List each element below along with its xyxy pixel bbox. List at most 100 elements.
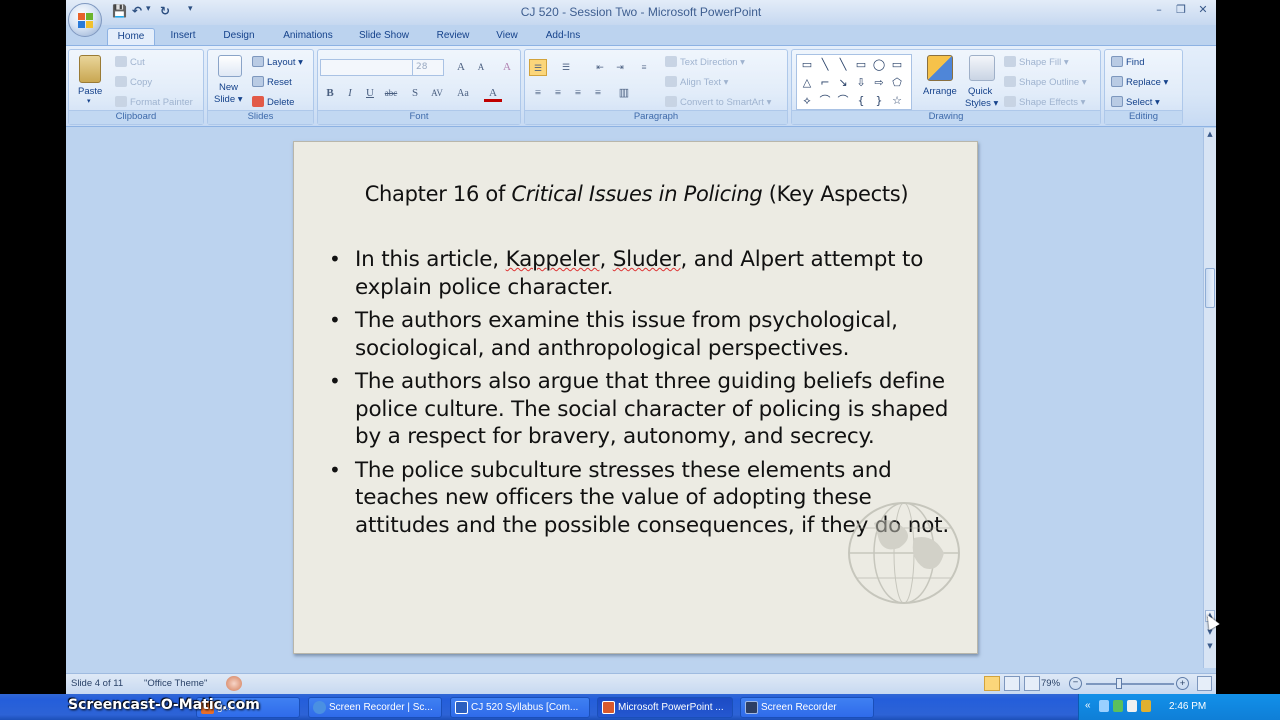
grow-font-button[interactable]: A [452, 59, 470, 76]
shape-option-icon[interactable]: ☆ [890, 94, 904, 108]
align-text-button[interactable]: Align Text ▾ [665, 76, 728, 88]
zoom-in-icon[interactable]: + [1176, 677, 1189, 690]
delete-button[interactable]: Delete [252, 96, 294, 108]
strikethrough-button[interactable]: abc [382, 85, 400, 102]
change-case-button[interactable]: Aa [454, 85, 472, 102]
font-name-box[interactable] [320, 59, 414, 76]
shape-option-icon[interactable]: ⇨ [872, 76, 886, 90]
shape-fill-button[interactable]: Shape Fill ▾ [1004, 56, 1069, 68]
taskbar-item[interactable]: Screen Recorder | Sc... [308, 697, 442, 718]
paste-icon[interactable] [79, 55, 101, 83]
text-direction-button[interactable]: Text Direction ▾ [665, 56, 745, 68]
align-center-button[interactable]: ≡ [549, 85, 567, 102]
character-spacing-button[interactable]: AV [428, 85, 446, 102]
scroll-down-icon[interactable]: ▼ [1205, 628, 1215, 640]
shape-option-icon[interactable]: ⇩ [854, 76, 868, 90]
quick-styles-label-1[interactable]: Quick [968, 86, 992, 97]
shape-option-icon[interactable]: ⬠ [890, 76, 904, 90]
tab-home[interactable]: Home [107, 28, 155, 46]
font-color-button[interactable]: A [484, 85, 502, 102]
quick-styles-icon[interactable] [969, 55, 995, 81]
tab-add-ins[interactable]: Add-Ins [538, 28, 588, 46]
increase-indent-button[interactable]: ⇥ [611, 59, 629, 76]
undo-icon[interactable]: ↶ [132, 4, 142, 18]
tab-slide-show[interactable]: Slide Show [353, 28, 415, 46]
shape-option-icon[interactable]: ⌐ [818, 76, 832, 90]
network-icon[interactable] [1099, 700, 1109, 712]
replace-button[interactable]: Replace ▾ [1111, 76, 1168, 88]
shape-option-icon[interactable]: ⌒ [818, 94, 832, 108]
tab-view[interactable]: View [489, 28, 525, 46]
arrange-icon[interactable] [927, 55, 953, 81]
vertical-scrollbar[interactable]: ▲ ▲ ▼ ▼ [1203, 128, 1216, 668]
zoom-out-icon[interactable]: − [1069, 677, 1082, 690]
shape-option-icon[interactable]: ╲ [818, 58, 832, 72]
reset-button[interactable]: Reset [252, 76, 292, 88]
font-size-box[interactable]: 28 [412, 59, 444, 76]
line-spacing-button[interactable]: ≡ [635, 59, 653, 76]
shape-option-icon[interactable]: ⟡ [800, 94, 814, 108]
new-slide-label-2[interactable]: Slide ▾ [214, 94, 243, 105]
new-slide-icon[interactable] [218, 55, 242, 77]
shape-option-icon[interactable]: ▭ [800, 58, 814, 72]
shape-option-icon[interactable]: ▭ [890, 58, 904, 72]
copy-button[interactable]: Copy [115, 76, 152, 88]
tab-animations[interactable]: Animations [275, 28, 341, 46]
restore-button[interactable]: ❐ [1170, 3, 1192, 20]
slide-title[interactable]: Chapter 16 of Critical Issues in Policin… [294, 182, 977, 206]
slide-canvas[interactable]: Chapter 16 of Critical Issues in Policin… [293, 141, 978, 654]
format-painter-button[interactable]: Format Painter [115, 96, 193, 108]
find-button[interactable]: Find [1111, 56, 1144, 68]
align-right-button[interactable]: ≡ [569, 85, 587, 102]
fit-slide-icon[interactable] [1197, 676, 1212, 691]
shape-option-icon[interactable]: ╲ [836, 58, 850, 72]
select-button[interactable]: Select ▾ [1111, 96, 1160, 108]
customize-quick-access-icon[interactable]: ▾ [188, 4, 193, 14]
zoom-slider[interactable] [1086, 683, 1174, 685]
tray-expand-icon[interactable]: « [1085, 700, 1091, 711]
text-shadow-button[interactable]: S [406, 85, 424, 102]
zoom-level[interactable]: 79% [1041, 678, 1060, 689]
slide-editing-area[interactable]: Chapter 16 of Critical Issues in Policin… [66, 128, 1203, 668]
cut-button[interactable]: Cut [115, 56, 145, 68]
normal-view-icon[interactable] [984, 676, 1000, 691]
zoom-slider-thumb[interactable] [1116, 678, 1122, 689]
taskbar-item[interactable]: CJ 520 Syllabus [Com... [450, 697, 590, 718]
shape-effects-button[interactable]: Shape Effects ▾ [1004, 96, 1085, 108]
arrange-button[interactable]: Arrange [923, 86, 957, 97]
tab-design[interactable]: Design [217, 28, 261, 46]
scroll-up-icon[interactable]: ▲ [1205, 130, 1215, 142]
underline-button[interactable]: U [361, 85, 379, 102]
shrink-font-button[interactable]: A [472, 59, 490, 76]
security-icon[interactable] [1113, 700, 1123, 712]
bullets-button[interactable]: ☰ [529, 59, 547, 76]
clear-formatting-button[interactable]: A [498, 59, 516, 76]
paste-dropdown-icon[interactable]: ▾ [87, 97, 91, 105]
shape-option-icon[interactable]: } [872, 94, 886, 108]
shape-option-icon[interactable]: ◯ [872, 58, 886, 72]
shapes-gallery[interactable]: ▭ ╲ ╲ ▭ ◯ ▭ △ ⌐ ↘ ⇩ ⇨ ⬠ ⟡ ⌒ ⌒ {} ☆ [796, 54, 912, 110]
close-button[interactable]: ✕ [1192, 3, 1214, 20]
shape-option-icon[interactable]: △ [800, 76, 814, 90]
clock[interactable]: 2:46 PM [1169, 701, 1206, 712]
shape-option-icon[interactable]: ↘ [836, 76, 850, 90]
justify-button[interactable]: ≡ [589, 85, 607, 102]
slide-sorter-view-icon[interactable] [1004, 676, 1020, 691]
spell-check-icon[interactable] [226, 676, 242, 691]
shape-option-icon[interactable]: ▭ [854, 58, 868, 72]
paste-button[interactable]: Paste [78, 86, 102, 97]
next-slide-icon[interactable]: ▼ [1205, 642, 1215, 654]
save-icon[interactable]: 💾 [112, 4, 127, 18]
shape-outline-button[interactable]: Shape Outline ▾ [1004, 76, 1087, 88]
decrease-indent-button[interactable]: ⇤ [591, 59, 609, 76]
quick-styles-label-2[interactable]: Styles ▾ [965, 98, 998, 109]
new-slide-label-1[interactable]: New [219, 82, 238, 93]
taskbar-item[interactable]: Screen Recorder [740, 697, 874, 718]
slide-show-view-icon[interactable] [1024, 676, 1040, 691]
redo-icon[interactable]: ↻ [160, 4, 170, 18]
italic-button[interactable]: I [341, 85, 359, 102]
layout-button[interactable]: Layout ▾ [252, 56, 303, 68]
shape-option-icon[interactable]: ⌒ [836, 94, 850, 108]
tab-review[interactable]: Review [429, 28, 477, 46]
minimize-button[interactable]: – [1148, 3, 1170, 20]
